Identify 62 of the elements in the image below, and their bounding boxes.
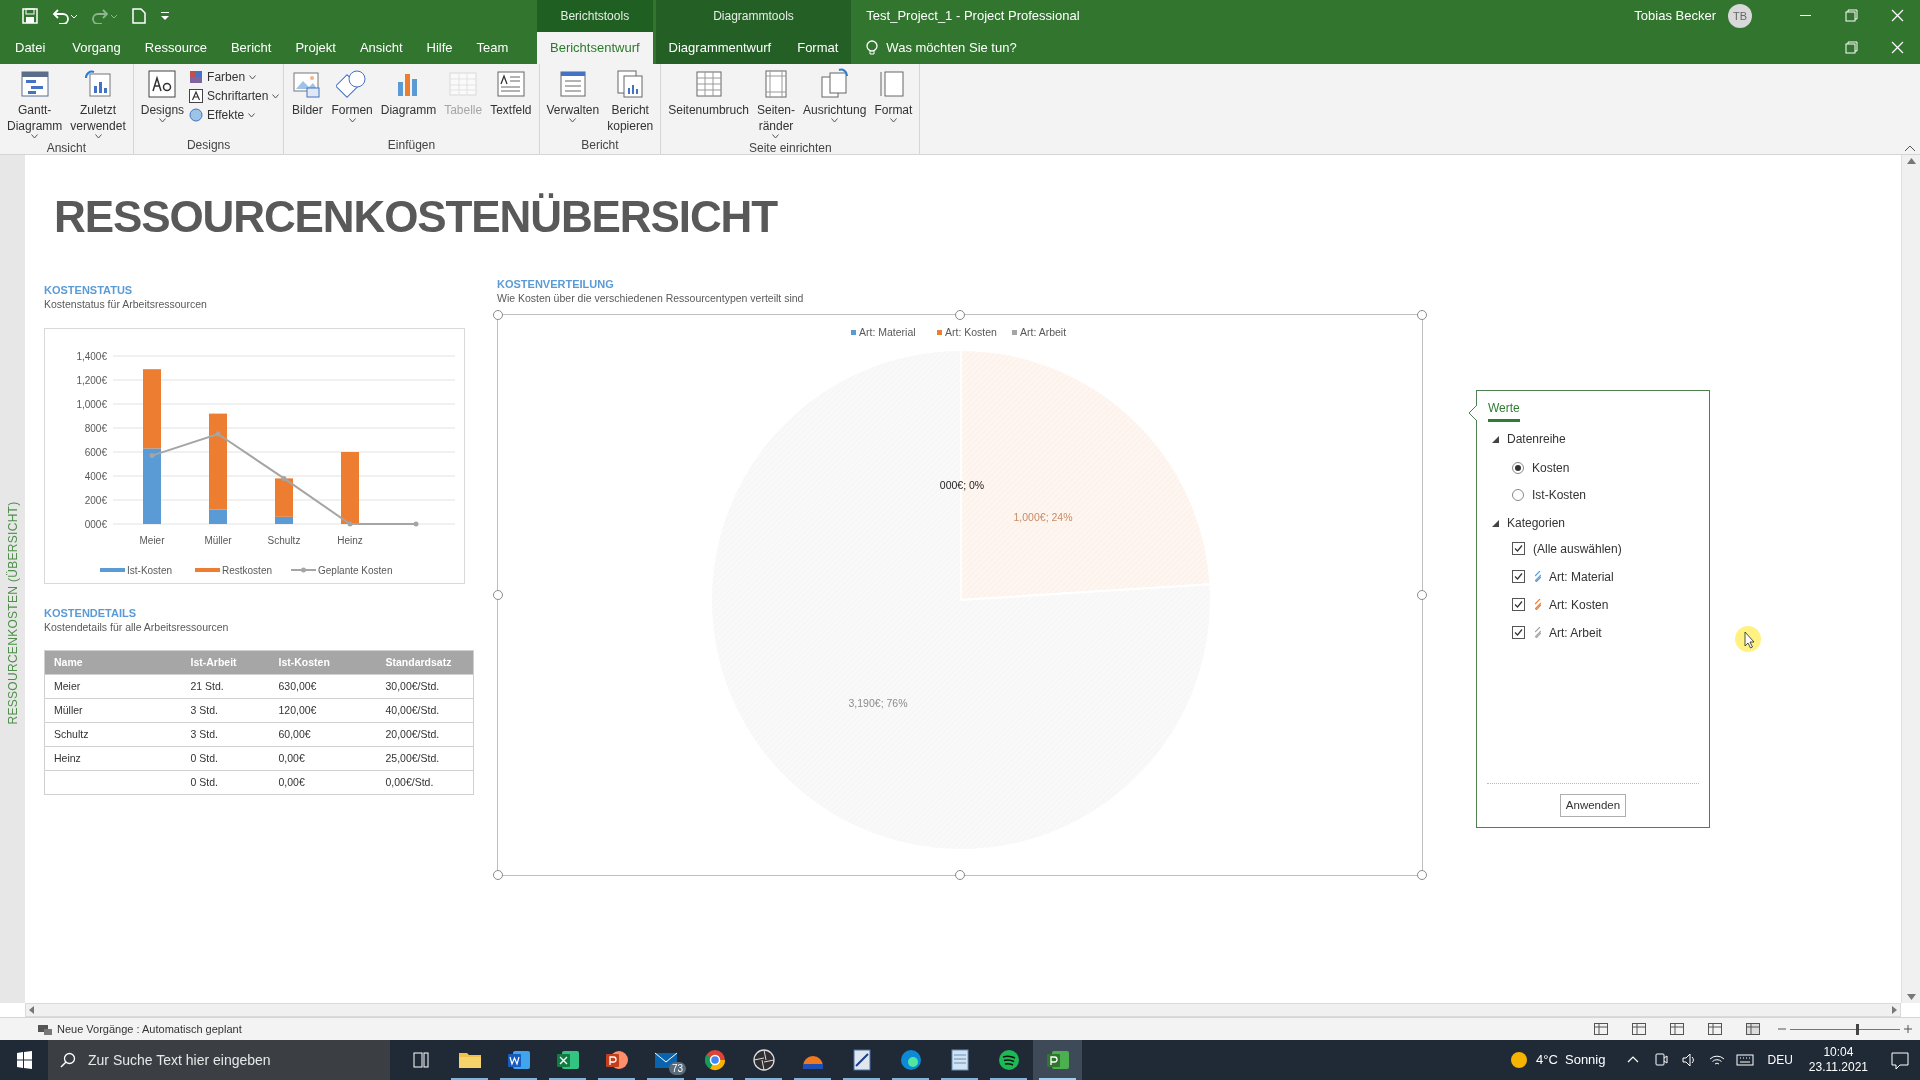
table-cell: 60,00€ (269, 722, 377, 747)
table-cell: Heinz (44, 746, 182, 771)
column-header: Name (44, 650, 182, 675)
column-header: Standardsatz (376, 650, 474, 675)
context-tab-header: Diagrammtools (712, 8, 795, 25)
table-cell: 3 Std. (181, 722, 270, 747)
data-label: 3,190€; 76% (848, 697, 908, 709)
ribbon-group-label: Designs (185, 137, 232, 154)
legend-label: Restkosten (222, 565, 273, 576)
section-subtitle: Kostendetails für alle Arbeitsressourcen (44, 620, 229, 634)
ribbon-group-label: Ansicht (45, 140, 88, 157)
axis-tick-label: 200€ (84, 495, 107, 506)
table-cell: 0 Std. (181, 746, 270, 771)
legend-label: Art: Kosten (945, 326, 997, 338)
legend-label: Ist-Kosten (127, 565, 173, 576)
axis-tick-label: 1,400€ (76, 351, 107, 362)
table-cell: 30,00€/Std. (376, 674, 474, 699)
table-cell: 40,00€/Std. (376, 698, 474, 723)
notification-badge: 73 (668, 1062, 686, 1075)
table-cell: Schultz (44, 722, 182, 747)
table-cell: 0,00€ (269, 770, 377, 795)
axis-tick-label: 400€ (84, 471, 107, 482)
category-label: Müller (204, 535, 232, 546)
report-side-title: RESSOURCENKOSTEN (ÜBERSICHT) (4, 501, 21, 725)
legend-label: Art: Arbeit (1020, 326, 1067, 338)
window-title: Test_Project_1 - Project Professional (866, 7, 1080, 26)
legend-label: Art: Material (859, 326, 916, 338)
axis-tick-label: 600€ (84, 447, 107, 458)
category-label: Heinz (337, 535, 363, 546)
context-tab-header: Berichtstools (559, 8, 631, 25)
axis-tick-label: 1,200€ (76, 375, 107, 386)
table-cell: Meier (44, 674, 182, 699)
section-heading: KOSTENVERTEILUNG (497, 277, 614, 291)
legend-label: Geplante Kosten (318, 565, 393, 576)
ribbon-group-label: Bericht (580, 137, 620, 154)
table-cell: 120,00€ (269, 698, 377, 723)
table-cell: 25,00€/Std. (376, 746, 474, 771)
table-cell: 21 Std. (181, 674, 270, 699)
axis-tick-label: 1,000€ (76, 399, 107, 410)
axis-tick-label: 800€ (84, 423, 107, 434)
ribbon-group-label: Seite einrichten (747, 140, 833, 157)
table-cell: 630,00€ (269, 674, 377, 699)
column-header: Ist-Arbeit (181, 650, 270, 675)
category-label: Schultz (267, 535, 301, 546)
section-subtitle: Wie Kosten über die verschiedenen Ressourcentypen verteilt sind (497, 291, 804, 305)
ribbon-group-label: Einfügen (386, 137, 437, 154)
data-label: 1,000€; 24% (1013, 511, 1073, 523)
table-cell: 20,00€/Std. (376, 722, 474, 747)
table-cell: 0,00€ (269, 746, 377, 771)
table-cell: 0,00€/Std. (376, 770, 474, 795)
table-cell: Müller (44, 698, 182, 723)
section-subtitle: Kostenstatus für Arbeitsressourcen (44, 297, 207, 311)
section-heading: KOSTENDETAILS (44, 606, 137, 620)
data-label: 000€; 0% (939, 479, 985, 491)
user-name: Tobias Becker (1634, 7, 1716, 26)
column-header: Ist-Kosten (269, 650, 377, 675)
table-cell: 3 Std. (181, 698, 270, 723)
report-title: RESSOURCENKOSTENÜBERSICHT (54, 195, 777, 239)
axis-tick-label: 000€ (84, 519, 107, 530)
section-heading: KOSTENSTATUS (44, 283, 133, 297)
table-cell: 0 Std. (181, 770, 270, 795)
category-label: Meier (139, 535, 165, 546)
